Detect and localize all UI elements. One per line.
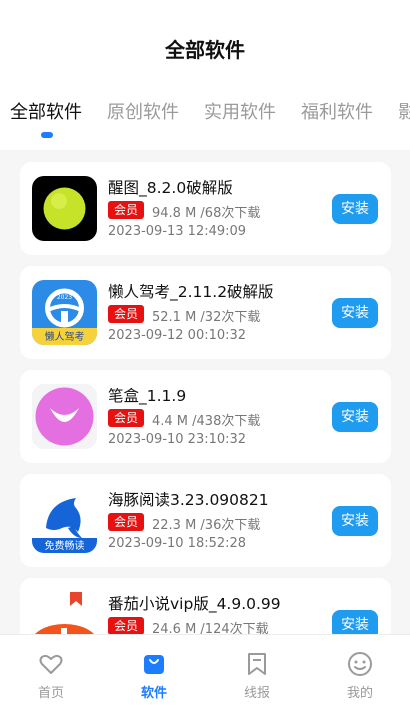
- bihe-icon: [32, 384, 97, 449]
- nav-software-label: 软件: [140, 686, 167, 701]
- page-title: 全部软件: [165, 38, 245, 62]
- member-badge: 会员: [108, 305, 145, 323]
- size-downloads: 94.8 M /68次下载: [152, 206, 261, 221]
- install-button[interactable]: 安装: [332, 610, 378, 634]
- bookmark-icon: [248, 653, 266, 675]
- list-item[interactable]: 番茄小说vip版_4.9.0.99 会员 24.6 M /124次下载 安装: [20, 578, 391, 634]
- size-downloads: 24.6 M /124次下载: [152, 622, 269, 634]
- list-item[interactable]: 笔盒_1.1.9 会员 4.4 M /438次下载 2023-09-10 23:…: [20, 370, 391, 463]
- nav-tips[interactable]: 线报: [206, 635, 308, 710]
- update-date: 2023-09-10 23:10:32: [108, 432, 247, 447]
- nav-mine-label: 我的: [346, 686, 373, 701]
- size-downloads: 52.1 M /32次下载: [152, 310, 261, 325]
- active-tab-indicator: [41, 132, 53, 138]
- nav-software[interactable]: 软件: [103, 635, 205, 710]
- tab-utility-software[interactable]: 实用软件: [204, 98, 276, 124]
- install-button[interactable]: 安装: [332, 194, 378, 224]
- install-button[interactable]: 安装: [332, 298, 378, 328]
- lanren-jiakao-icon: 2023 懒人驾考: [32, 280, 97, 345]
- member-badge: 会员: [108, 513, 145, 531]
- bottom-nav: 首页 软件 线报 我的: [0, 634, 410, 710]
- size-downloads: 22.3 M /36次下载: [152, 518, 261, 533]
- member-badge: 会员: [108, 617, 145, 634]
- header: 全部软件 全部软件 原创软件 实用软件 福利软件 影: [0, 0, 410, 150]
- member-badge: 会员: [108, 409, 145, 427]
- app-name[interactable]: 笔盒_1.1.9: [108, 384, 186, 406]
- tab-video[interactable]: 影: [398, 98, 410, 124]
- tab-welfare-software[interactable]: 福利软件: [301, 98, 373, 124]
- install-button[interactable]: 安装: [332, 506, 378, 536]
- member-badge: 会员: [108, 201, 145, 219]
- app-name[interactable]: 懒人驾考_2.11.2破解版: [108, 280, 274, 302]
- update-date: 2023-09-12 00:10:32: [108, 328, 247, 343]
- update-date: 2023-09-10 18:52:28: [108, 536, 247, 551]
- dolphin-icon: 免费畅读: [32, 488, 97, 553]
- bag-icon: [144, 655, 164, 674]
- icon-brand-text: 免费畅读: [45, 539, 85, 552]
- list-item[interactable]: 醒图_8.2.0破解版 会员 94.8 M /68次下载 2023-09-13 …: [20, 162, 391, 255]
- list-item[interactable]: 免费畅读 海豚阅读3.23.090821 会员 22.3 M /36次下载 20…: [20, 474, 391, 567]
- update-date: 2023-09-13 12:49:09: [108, 224, 247, 239]
- nav-tips-label: 线报: [243, 686, 270, 701]
- nav-home-label: 首页: [37, 686, 64, 701]
- tab-original-software[interactable]: 原创软件: [107, 98, 179, 124]
- size-downloads: 4.4 M /438次下载: [152, 414, 261, 429]
- xingtu-icon: [32, 176, 97, 241]
- software-list[interactable]: 醒图_8.2.0破解版 会员 94.8 M /68次下载 2023-09-13 …: [0, 162, 410, 634]
- heart-icon: [39, 654, 63, 674]
- category-tabs: 全部软件 原创软件 实用软件 福利软件 影: [0, 98, 410, 142]
- app-name[interactable]: 番茄小说vip版_4.9.0.99: [108, 592, 281, 614]
- fanqie-icon: [32, 592, 97, 634]
- app-name[interactable]: 醒图_8.2.0破解版: [108, 176, 233, 198]
- icon-year-text: 2023: [57, 294, 72, 301]
- tab-all-software[interactable]: 全部软件: [10, 98, 82, 124]
- nav-home[interactable]: 首页: [0, 635, 102, 710]
- icon-brand-text: 懒人驾考: [45, 330, 85, 343]
- nav-mine[interactable]: 我的: [309, 635, 410, 710]
- list-item[interactable]: 2023 懒人驾考 懒人驾考_2.11.2破解版 会员 52.1 M /32次下…: [20, 266, 391, 359]
- app-name[interactable]: 海豚阅读3.23.090821: [108, 488, 269, 510]
- smiley-icon: [348, 652, 372, 676]
- install-button[interactable]: 安装: [332, 402, 378, 432]
